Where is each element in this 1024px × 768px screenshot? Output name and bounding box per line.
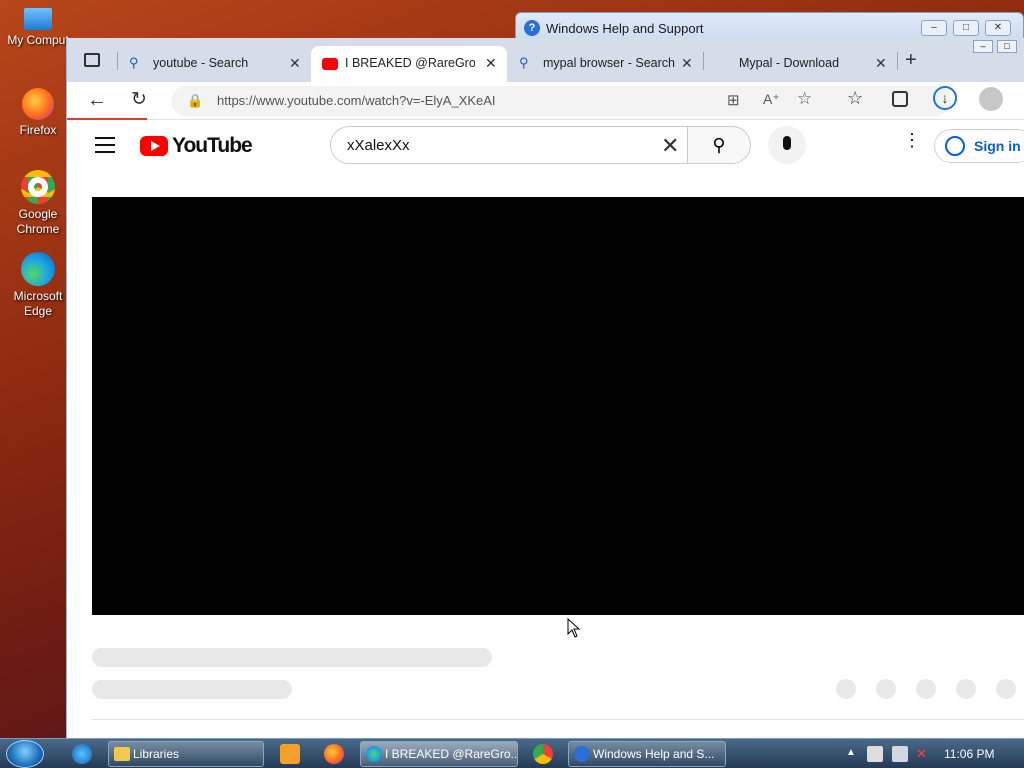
taskbar-item-label: Libraries [133, 747, 180, 761]
microphone-icon [783, 136, 791, 150]
action-center-icon[interactable] [867, 746, 883, 762]
search-input[interactable]: xXalexXx ✕ [330, 126, 688, 164]
help-icon [574, 746, 590, 762]
clear-search-icon[interactable]: ✕ [661, 133, 679, 159]
desktop-icon-firefox[interactable]: Firefox [0, 88, 76, 138]
sign-in-button[interactable]: Sign in [934, 129, 1024, 163]
help-window-title: Windows Help and Support [546, 21, 704, 36]
tab-mypal-search[interactable]: ⚲ mypal browser - Search ✕ [509, 46, 699, 82]
menu-icon[interactable] [95, 137, 115, 153]
youtube-logo-text: YouTube [172, 134, 253, 157]
system-clock[interactable]: 11:06 PM [944, 747, 994, 761]
taskbar: Libraries I BREAKED @RareGro... Windows … [0, 738, 1024, 768]
action-placeholder [876, 679, 896, 699]
lock-icon: 🔒 [187, 93, 204, 108]
taskbar-item-label: I BREAKED @RareGro... [385, 747, 518, 761]
address-bar: ← ↻ 🔒 https://www.youtube.com/watch?v=-E… [67, 82, 1024, 120]
tab-youtube-search[interactable]: ⚲ youtube - Search ✕ [119, 46, 309, 82]
favorites-icon[interactable]: ☆ [847, 88, 863, 109]
back-arrow-icon[interactable]: ← [87, 89, 107, 112]
tab-separator [897, 52, 898, 70]
tab-youtube-video[interactable]: I BREAKED @RareGroup ✕ [311, 46, 507, 82]
search-button[interactable]: ⚲ [687, 126, 751, 164]
youtube-play-triangle-icon [151, 141, 160, 151]
close-button[interactable]: ✕ [985, 20, 1011, 36]
meta-placeholder [92, 680, 292, 699]
help-icon: ? [524, 20, 540, 36]
tab-strip: ⚲ youtube - Search ✕ I BREAKED @RareGrou… [67, 38, 1024, 82]
add-favorite-icon[interactable]: ☆ [797, 89, 812, 109]
tab-label: I BREAKED @RareGroup [345, 56, 475, 70]
tab-actions-icon[interactable] [84, 53, 100, 67]
chrome-icon [21, 170, 55, 204]
title-placeholder [92, 648, 492, 667]
url-text: https://www.youtube.com/watch?v=-ElyA_XK… [217, 93, 496, 108]
app-available-icon[interactable]: ⊞ [727, 91, 740, 109]
tab-separator [117, 52, 118, 70]
folder-icon [114, 747, 130, 761]
collections-icon[interactable] [892, 91, 908, 107]
minimize-button[interactable]: – [921, 20, 947, 36]
youtube-favicon [322, 58, 338, 70]
desktop-icon-label: Firefox [19, 123, 57, 137]
desktop-icon-google-chrome[interactable]: Google Chrome [0, 170, 76, 237]
search-query: xXalexXx [347, 137, 410, 154]
taskbar-item-label: Windows Help and S... [593, 747, 715, 761]
desktop-icon-label: My Comput [7, 33, 69, 47]
tab-label: youtube - Search [153, 56, 249, 70]
firefox-icon [22, 88, 54, 120]
account-icon [945, 136, 965, 156]
taskbar-item-libraries[interactable]: Libraries [108, 741, 264, 767]
url-field[interactable]: 🔒 https://www.youtube.com/watch?v=-ElyA_… [171, 86, 951, 116]
desktop-icon-microsoft-edge[interactable]: Microsoft Edge [0, 252, 76, 319]
divider [92, 719, 1024, 720]
search-icon: ⚲ [129, 55, 139, 70]
show-hidden-icons-icon[interactable]: ▲ [846, 747, 856, 758]
profile-avatar-icon[interactable] [979, 87, 1003, 111]
firefox-icon[interactable] [324, 744, 344, 764]
tab-separator [703, 52, 704, 70]
taskbar-item-help-and-support[interactable]: Windows Help and S... [568, 741, 726, 767]
edge-icon [366, 746, 382, 762]
new-tab-button[interactable]: + [905, 49, 917, 72]
action-placeholder [996, 679, 1016, 699]
browser-restore-button[interactable]: □ [997, 40, 1017, 53]
mouse-cursor-icon [567, 618, 581, 638]
browser-window: ⚲ youtube - Search ✕ I BREAKED @RareGrou… [66, 38, 1024, 738]
desktop-icon-my-computer[interactable]: My Comput [0, 8, 76, 48]
action-placeholder [916, 679, 936, 699]
computer-icon [24, 8, 52, 30]
browser-minimize-button[interactable]: – [973, 40, 993, 53]
youtube-header: YouTube xXalexXx ✕ ⚲ ⋮ Sign in [67, 120, 1024, 172]
internet-explorer-icon[interactable] [72, 744, 92, 764]
chrome-icon[interactable] [533, 744, 553, 764]
close-tab-icon[interactable]: ✕ [875, 55, 887, 72]
close-tab-icon[interactable]: ✕ [289, 55, 301, 72]
action-placeholder [956, 679, 976, 699]
tab-mypal-download[interactable]: Mypal - Download ✕ [705, 46, 893, 82]
close-tab-icon[interactable]: ✕ [485, 55, 497, 72]
tab-label: Mypal - Download [739, 56, 840, 70]
read-aloud-icon[interactable]: A⁺ [763, 91, 780, 108]
close-tab-icon[interactable]: ✕ [681, 55, 693, 72]
maximize-button[interactable]: □ [953, 20, 979, 36]
search-icon: ⚲ [712, 135, 726, 155]
action-placeholder [836, 679, 856, 699]
downloads-icon[interactable]: ↓ [933, 86, 957, 110]
media-player-icon[interactable] [280, 744, 300, 764]
desktop-icon-label: Microsoft Edge [13, 289, 63, 318]
sign-in-label: Sign in [974, 138, 1021, 154]
edge-icon [21, 252, 55, 286]
taskbar-item-edge-youtube[interactable]: I BREAKED @RareGro... [360, 741, 518, 767]
voice-search-button[interactable] [768, 126, 806, 164]
video-player[interactable] [92, 197, 1024, 615]
volume-muted-icon[interactable]: ✕ [916, 746, 932, 762]
search-icon: ⚲ [519, 55, 529, 70]
start-button[interactable] [6, 740, 44, 768]
tab-label: mypal browser - Search [543, 56, 675, 70]
network-icon[interactable] [892, 746, 908, 762]
more-options-icon[interactable]: ⋮ [903, 131, 921, 149]
desktop-icon-label: Google Chrome [16, 207, 60, 236]
refresh-icon[interactable]: ↻ [131, 88, 147, 111]
